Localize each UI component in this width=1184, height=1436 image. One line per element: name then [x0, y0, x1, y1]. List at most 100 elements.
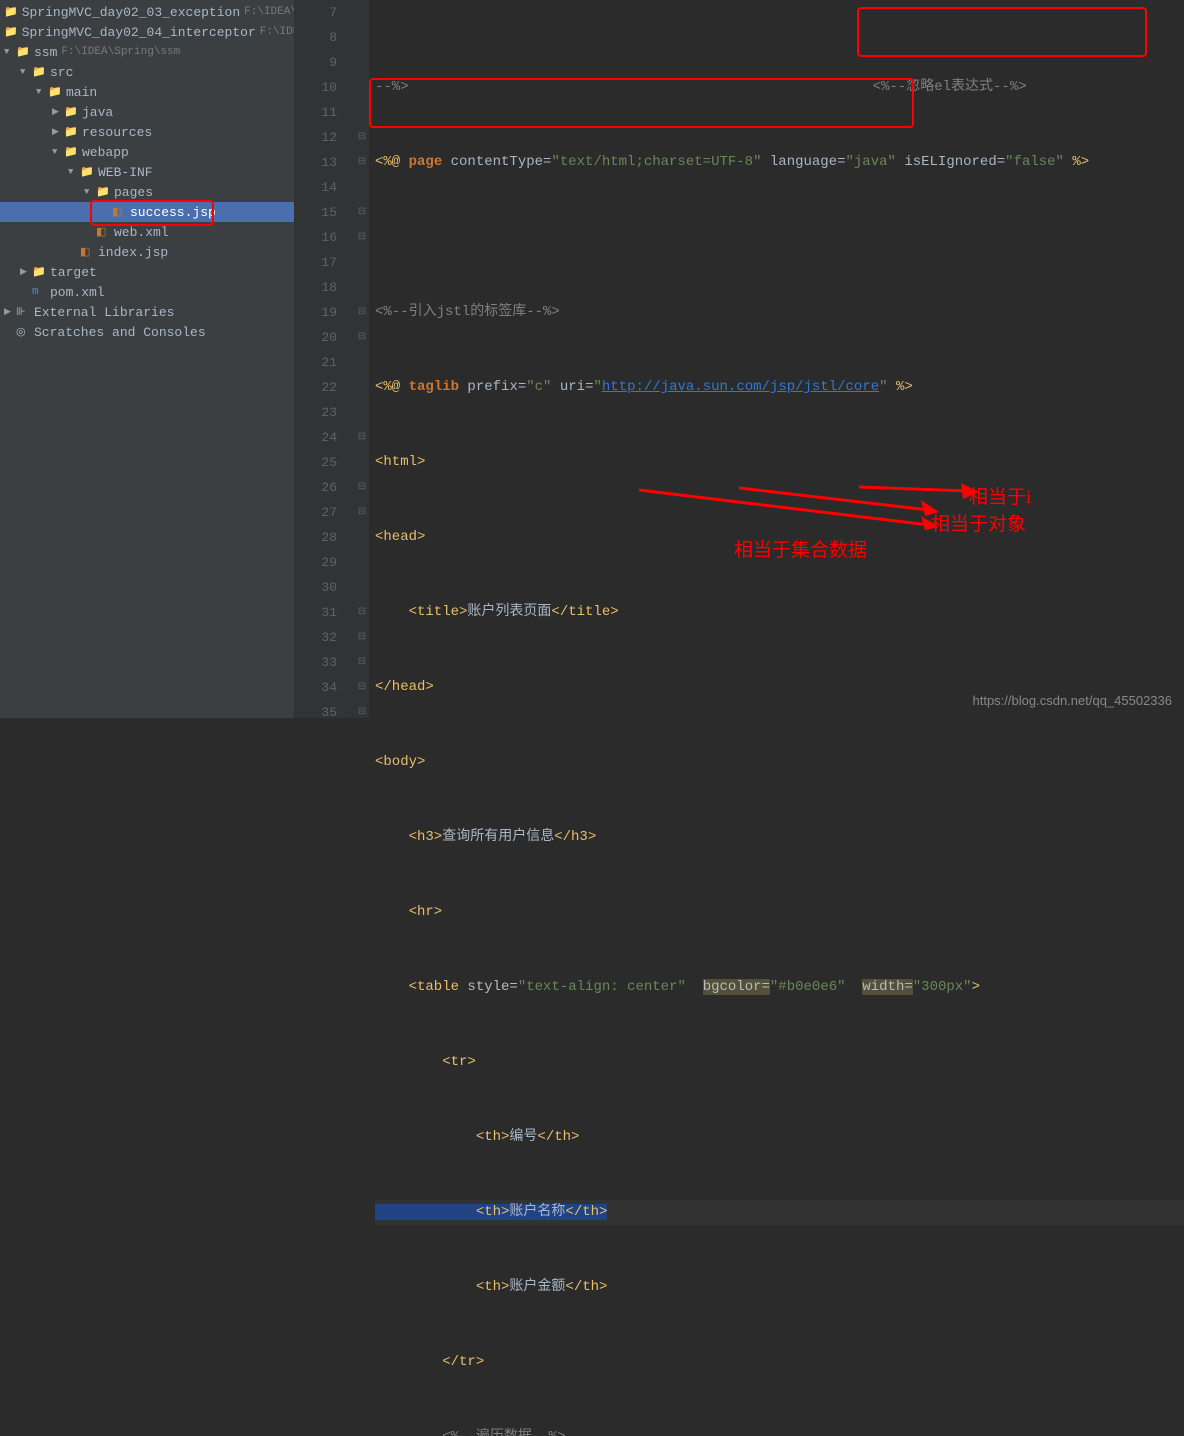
fold-marker-icon[interactable]: ⊟	[355, 675, 369, 700]
fold-marker-icon[interactable]: ⊟	[355, 700, 369, 725]
tree-label: Scratches and Consoles	[34, 325, 206, 340]
expand-arrow-icon[interactable]: ▼	[4, 47, 16, 57]
tree-item[interactable]: ▼📁main	[0, 82, 294, 102]
fold-marker-icon[interactable]	[355, 375, 369, 400]
fold-marker-icon[interactable]: ⊟	[355, 325, 369, 350]
expand-arrow-icon[interactable]: ▶	[20, 267, 32, 277]
s: "c"	[526, 379, 551, 395]
line-number: 13	[295, 150, 337, 175]
line-number: 19	[295, 300, 337, 325]
fold-marker-icon[interactable]	[355, 275, 369, 300]
code-area[interactable]: --%><%--忽略el表达式--%> <%@ page contentType…	[369, 0, 1184, 718]
fold-marker-icon[interactable]: ⊟	[355, 650, 369, 675]
tag: <tr>	[375, 1054, 476, 1070]
tree-item[interactable]: ◧index.jsp	[0, 242, 294, 262]
fold-marker-icon[interactable]: ⊟	[355, 225, 369, 250]
fold-marker-icon[interactable]: ⊟	[355, 150, 369, 175]
ide-window: 📁SpringMVC_day02_03_exceptionF:\IDEA\Spr…	[0, 0, 1184, 718]
tag: <th>	[375, 1279, 509, 1295]
t: contentType=	[442, 154, 551, 170]
tree-item[interactable]: mpom.xml	[0, 282, 294, 302]
t: <%@	[375, 154, 409, 170]
fold-marker-icon[interactable]: ⊟	[355, 625, 369, 650]
fold-marker-icon[interactable]	[355, 575, 369, 600]
tree-label: web.xml	[114, 225, 169, 240]
tree-item[interactable]: ▶📁 target	[0, 262, 294, 282]
file-icon: 📁	[32, 265, 46, 279]
s: "text-align: center"	[518, 979, 686, 995]
expand-arrow-icon[interactable]: ▼	[36, 87, 48, 97]
tree-item[interactable]: 📁SpringMVC_day02_03_exceptionF:\IDEA\Spr	[0, 2, 294, 22]
fold-marker-icon[interactable]: ⊟	[355, 300, 369, 325]
fold-marker-icon[interactable]: ⊟	[355, 475, 369, 500]
t: isELIgnored=	[896, 154, 1005, 170]
text: 编号	[509, 1129, 537, 1145]
tree-item[interactable]: ▼📁pages	[0, 182, 294, 202]
fold-marker-icon[interactable]: ⊟	[355, 125, 369, 150]
fold-marker-icon[interactable]: ⊟	[355, 425, 369, 450]
fold-marker-icon[interactable]	[355, 100, 369, 125]
file-icon: 📁	[64, 105, 78, 119]
tag: <hr>	[375, 904, 442, 920]
tree-label: WEB-INF	[98, 165, 153, 180]
arrow-2	[739, 478, 949, 518]
tag: </tr>	[375, 1354, 484, 1370]
text: 账户名称	[509, 1204, 565, 1220]
fold-marker-icon[interactable]	[355, 450, 369, 475]
s: "java"	[846, 154, 896, 170]
tag: <h3>	[375, 829, 442, 845]
kw: page	[409, 154, 443, 170]
fold-marker-icon[interactable]	[355, 550, 369, 575]
tree-item[interactable]: ▼📁webapp	[0, 142, 294, 162]
project-tree[interactable]: 📁SpringMVC_day02_03_exceptionF:\IDEA\Spr…	[0, 0, 295, 718]
fold-marker-icon[interactable]	[355, 525, 369, 550]
tree-item[interactable]: ▼📁ssmF:\IDEA\Spring\ssm	[0, 42, 294, 62]
tag: </title>	[551, 604, 618, 620]
file-icon: m	[32, 286, 46, 298]
expand-arrow-icon[interactable]: ▼	[68, 167, 80, 177]
fold-marker-icon[interactable]	[355, 400, 369, 425]
expand-arrow-icon[interactable]: ▼	[84, 187, 96, 197]
fold-marker-icon[interactable]	[355, 50, 369, 75]
tree-item[interactable]: ◧web.xml	[0, 222, 294, 242]
fold-marker-icon[interactable]	[355, 75, 369, 100]
fold-marker-icon[interactable]	[355, 25, 369, 50]
tree-label: target	[50, 265, 97, 280]
tree-item[interactable]: ▶📁java	[0, 102, 294, 122]
file-icon: 📁	[4, 25, 18, 39]
t: <%@	[375, 379, 409, 395]
comment: <%--遍历数据--%>	[375, 1429, 565, 1436]
expand-arrow-icon[interactable]: ▼	[20, 67, 32, 77]
annotation-box-1	[857, 7, 1147, 57]
expand-arrow-icon[interactable]: ▶	[52, 127, 64, 137]
line-number: 17	[295, 250, 337, 275]
tree-item[interactable]: ▶⊪External Libraries	[0, 302, 294, 322]
kw: taglib	[409, 379, 459, 395]
sp	[686, 979, 703, 995]
s: "	[879, 379, 887, 395]
line-number: 12	[295, 125, 337, 150]
tag: <th>	[375, 1129, 509, 1145]
fold-marker-icon[interactable]	[355, 350, 369, 375]
expand-arrow-icon[interactable]: ▼	[52, 147, 64, 157]
tree-item[interactable]: ▼📁WEB-INF	[0, 162, 294, 182]
fold-marker-icon[interactable]: ⊟	[355, 200, 369, 225]
file-icon: ◧	[80, 245, 94, 259]
file-icon: 📁	[64, 125, 78, 139]
link[interactable]: http://java.sun.com/jsp/jstl/core	[602, 379, 879, 395]
tree-item[interactable]: ▶📁resources	[0, 122, 294, 142]
expand-arrow-icon[interactable]: ▶	[52, 107, 64, 117]
editor-pane[interactable]: 7891011121314151617181920212223242526272…	[295, 0, 1184, 718]
tree-item[interactable]: 📁SpringMVC_day02_04_interceptorF:\IDEA\S…	[0, 22, 294, 42]
line-number: 30	[295, 575, 337, 600]
fold-marker-icon[interactable]	[355, 250, 369, 275]
expand-arrow-icon[interactable]: ▶	[4, 307, 16, 317]
fold-marker-icon[interactable]	[355, 175, 369, 200]
tree-item[interactable]: ▼📁src	[0, 62, 294, 82]
fold-marker-icon[interactable]	[355, 0, 369, 25]
tree-item[interactable]: ◎Scratches and Consoles	[0, 322, 294, 342]
fold-marker-icon[interactable]: ⊟	[355, 600, 369, 625]
fold-marker-icon[interactable]: ⊟	[355, 500, 369, 525]
t: language=	[761, 154, 845, 170]
tree-item[interactable]: ◧success.jsp	[0, 202, 294, 222]
